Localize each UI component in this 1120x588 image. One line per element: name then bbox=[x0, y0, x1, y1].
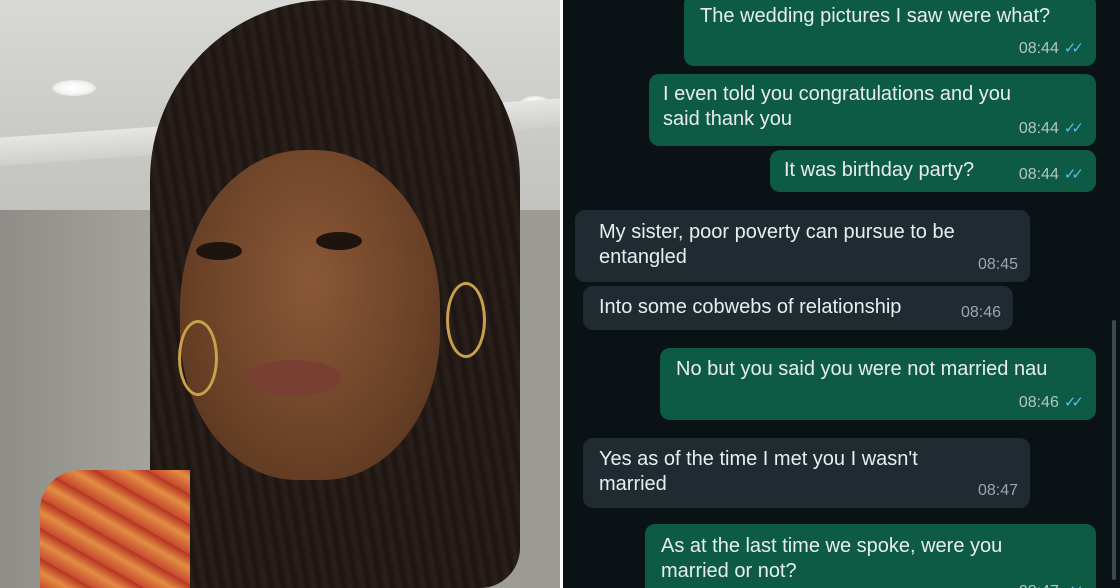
message-text: No but you said you were not married nau bbox=[676, 358, 1048, 380]
message-bubble-outgoing[interactable]: The wedding pictures I saw were what? 08… bbox=[684, 0, 1096, 66]
message-bubble-outgoing[interactable]: It was birthday party? 08:44 ✓✓ bbox=[770, 150, 1096, 192]
message-meta: 08:45 bbox=[978, 252, 1018, 277]
message-time: 08:47 bbox=[1019, 579, 1059, 588]
message-time: 08:45 bbox=[977, 256, 1018, 273]
woman-shirt bbox=[40, 470, 190, 588]
message-bubble-outgoing[interactable]: As at the last time we spoke, were you m… bbox=[645, 524, 1096, 588]
message-bubble-outgoing[interactable]: No but you said you were not married nau… bbox=[660, 348, 1096, 420]
woman-eye bbox=[316, 232, 362, 250]
message-meta: 08:44 ✓✓ bbox=[1019, 36, 1084, 61]
chat-scrollbar[interactable] bbox=[1112, 320, 1116, 580]
message-text: As at the last time we spoke, were you m… bbox=[661, 535, 1003, 582]
read-receipt-icon: ✓✓ bbox=[1063, 394, 1084, 411]
message-bubble-incoming[interactable]: My sister, poor poverty can pursue to be… bbox=[575, 210, 1030, 282]
message-time: 08:46 bbox=[960, 304, 1001, 321]
message-meta: 08:47 bbox=[978, 478, 1018, 503]
message-time: 08:47 bbox=[977, 482, 1018, 499]
message-meta: 08:44 ✓✓ bbox=[1019, 116, 1084, 141]
message-meta: 08:46 ✓✓ bbox=[1019, 390, 1084, 415]
read-receipt-icon: ✓✓ bbox=[1063, 166, 1084, 183]
message-bubble-incoming[interactable]: Into some cobwebs of relationship 08:46 bbox=[583, 286, 1013, 330]
read-receipt-icon: ✓✓ bbox=[1063, 40, 1084, 57]
message-text: The wedding pictures I saw were what? bbox=[700, 5, 1051, 27]
message-time: 08:44 bbox=[1018, 166, 1059, 183]
woman-eye bbox=[196, 242, 242, 260]
message-time: 08:46 bbox=[1018, 394, 1059, 411]
message-meta: 08:47 ✓✓ bbox=[1019, 579, 1084, 588]
profile-photo bbox=[0, 0, 560, 588]
message-text: Into some cobwebs of relationship bbox=[599, 296, 902, 318]
read-receipt-icon: ✓✓ bbox=[1064, 579, 1084, 588]
woman-lips bbox=[245, 360, 341, 396]
earring bbox=[178, 320, 218, 396]
read-receipt-icon: ✓✓ bbox=[1063, 120, 1084, 137]
message-bubble-incoming[interactable]: Yes as of the time I met you I wasn't ma… bbox=[583, 438, 1030, 508]
ceiling-light bbox=[52, 80, 96, 96]
message-meta: 08:46 bbox=[961, 300, 1001, 325]
message-meta: 08:44 ✓✓ bbox=[1019, 162, 1084, 187]
message-text: Yes as of the time I met you I wasn't ma… bbox=[599, 448, 918, 495]
message-time: 08:44 bbox=[1018, 40, 1059, 57]
chat-screenshot: The wedding pictures I saw were what? 08… bbox=[563, 0, 1120, 588]
woman-face bbox=[180, 150, 440, 480]
earring bbox=[446, 282, 486, 358]
message-text: My sister, poor poverty can pursue to be… bbox=[599, 221, 955, 268]
message-bubble-outgoing[interactable]: I even told you congratulations and you … bbox=[649, 74, 1096, 146]
message-time: 08:44 bbox=[1018, 120, 1059, 137]
